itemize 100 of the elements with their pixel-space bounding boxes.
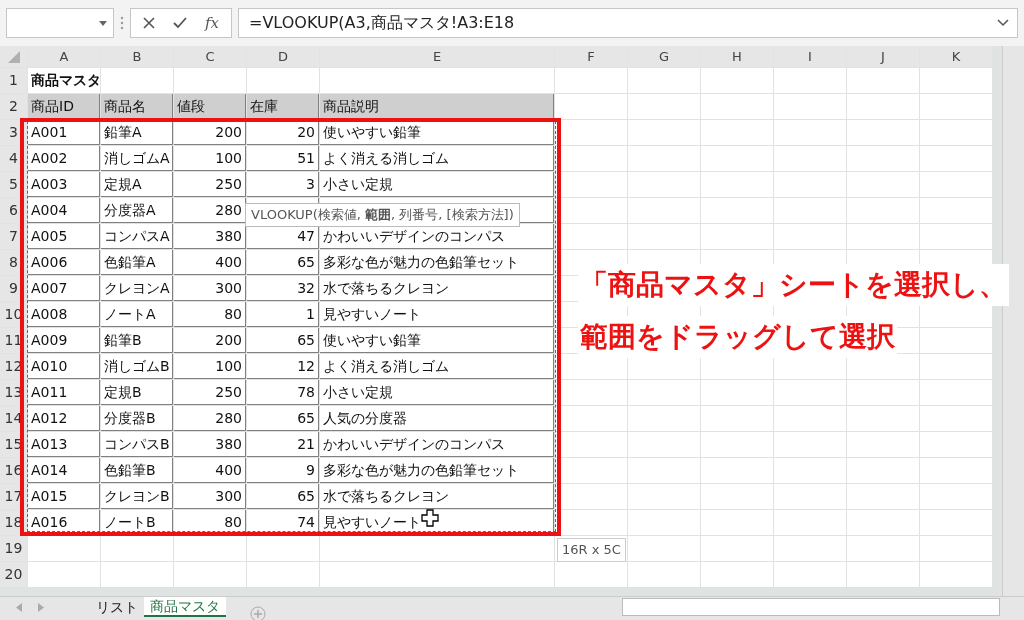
selection-size-tooltip: 16R x 5C [557, 538, 626, 562]
insert-function-button[interactable]: fx [205, 11, 219, 35]
table-cell: クレヨンA [101, 276, 173, 301]
table-cell: よく消える消しゴム [320, 354, 554, 379]
table-cell: A011 [28, 380, 100, 405]
table-cell: 商品名 [101, 94, 173, 119]
row-header[interactable]: 19 [0, 536, 27, 561]
cancel-icon[interactable] [143, 17, 155, 29]
table-cell: 分度器A [101, 198, 173, 223]
function-tooltip: VLOOKUP(検索値, 範囲, 列番号, [検索方法]) [245, 203, 520, 227]
table-cell: ノートA [101, 302, 173, 327]
table-cell: 3 [247, 172, 319, 197]
table-cell: A013 [28, 432, 100, 457]
table-cell: 65 [247, 406, 319, 431]
sheet-tab[interactable]: 商品マスタ [144, 597, 226, 617]
table-cell: A004 [28, 198, 100, 223]
column-header[interactable]: H [701, 46, 773, 67]
table-cell: 使いやすい鉛筆 [320, 120, 554, 145]
table-cell: 水で落ちるクレヨン [320, 484, 554, 509]
table-cell: 80 [174, 302, 246, 327]
table-cell: 鉛筆A [101, 120, 173, 145]
scroll-left-icon[interactable] [16, 602, 22, 612]
formula-field[interactable]: =VLOOKUP(A3,商品マスタ!A3:E18 [238, 8, 1018, 38]
table-cell: 51 [247, 146, 319, 171]
table-cell: 消しゴムB [101, 354, 173, 379]
table-cell: 水で落ちるクレヨン [320, 276, 554, 301]
column-header[interactable]: D [247, 46, 319, 67]
table-cell: 1 [247, 302, 319, 327]
table-cell: 280 [174, 198, 246, 223]
table-cell: 100 [174, 146, 246, 171]
table-cell: A009 [28, 328, 100, 353]
table-cell: 65 [247, 484, 319, 509]
table-cell: 250 [174, 380, 246, 405]
scroll-right-icon[interactable] [38, 602, 44, 612]
table-cell: A003 [28, 172, 100, 197]
table-cell: 32 [247, 276, 319, 301]
column-header[interactable]: C [174, 46, 246, 67]
column-header[interactable]: B [101, 46, 173, 67]
table-cell: コンパスA [101, 224, 173, 249]
table-cell: 280 [174, 406, 246, 431]
table-cell: 使いやすい鉛筆 [320, 328, 554, 353]
name-box[interactable] [6, 8, 114, 38]
table-cell: 商品ID [28, 94, 100, 119]
table-cell: 200 [174, 120, 246, 145]
row-header[interactable]: 20 [0, 562, 27, 587]
column-header[interactable]: A [28, 46, 100, 67]
triangle-icon [7, 50, 20, 63]
table-cell: A002 [28, 146, 100, 171]
table-cell: 色鉛筆B [101, 458, 173, 483]
row-header[interactable]: 1 [0, 68, 27, 93]
table-cell: A014 [28, 458, 100, 483]
table-cell: クレヨンB [101, 484, 173, 509]
table-cell: かわいいデザインのコンパス [320, 432, 554, 457]
table-cell: 400 [174, 458, 246, 483]
table-cell: 鉛筆B [101, 328, 173, 353]
table-cell: A006 [28, 250, 100, 275]
table-cell: A012 [28, 406, 100, 431]
table-cell: 65 [247, 250, 319, 275]
column-header[interactable]: I [774, 46, 846, 67]
table-cell: A007 [28, 276, 100, 301]
table-cell: 200 [174, 328, 246, 353]
cross-cursor-icon [421, 509, 439, 527]
table-cell: A010 [28, 354, 100, 379]
table-cell: 250 [174, 172, 246, 197]
column-header[interactable]: E [320, 46, 554, 67]
table-cell: 商品マスタ [28, 68, 100, 93]
table-cell: 20 [247, 120, 319, 145]
checkmark-icon[interactable] [173, 17, 187, 29]
vertical-scrollbar[interactable] [1002, 46, 1024, 596]
horizontal-scrollbar[interactable] [622, 598, 1000, 616]
table-cell: A001 [28, 120, 100, 145]
table-cell: 78 [247, 380, 319, 405]
table-cell: コンパスB [101, 432, 173, 457]
table-cell: 12 [247, 354, 319, 379]
table-cell: 見やすいノート [320, 302, 554, 327]
dropdown-icon [99, 20, 107, 26]
column-header[interactable]: K [920, 46, 992, 67]
annotation-text: 範囲をドラッグして選択 [578, 316, 897, 358]
table-cell: よく消える消しゴム [320, 146, 554, 171]
table-cell: 65 [247, 328, 319, 353]
table-cell: 多彩な色が魅力の色鉛筆セット [320, 458, 554, 483]
table-cell: 人気の分度器 [320, 406, 554, 431]
table-cell: 21 [247, 432, 319, 457]
table-cell: 在庫 [247, 94, 319, 119]
table-cell: 分度器B [101, 406, 173, 431]
drag-handle-icon[interactable] [120, 16, 124, 30]
annotation-text: 「商品マスタ」シートを選択し、 [578, 264, 1009, 306]
add-sheet-icon[interactable] [250, 605, 266, 620]
column-header[interactable]: G [628, 46, 700, 67]
column-header[interactable]: F [555, 46, 627, 67]
row-header[interactable]: 2 [0, 94, 27, 119]
table-cell: 9 [247, 458, 319, 483]
select-all-button[interactable] [0, 46, 27, 67]
table-cell: 300 [174, 276, 246, 301]
table-cell: 100 [174, 354, 246, 379]
table-cell: 商品説明 [320, 94, 554, 119]
chevron-icon[interactable] [997, 19, 1009, 27]
table-cell: 300 [174, 484, 246, 509]
column-header[interactable]: J [847, 46, 919, 67]
table-cell: 定規B [101, 380, 173, 405]
